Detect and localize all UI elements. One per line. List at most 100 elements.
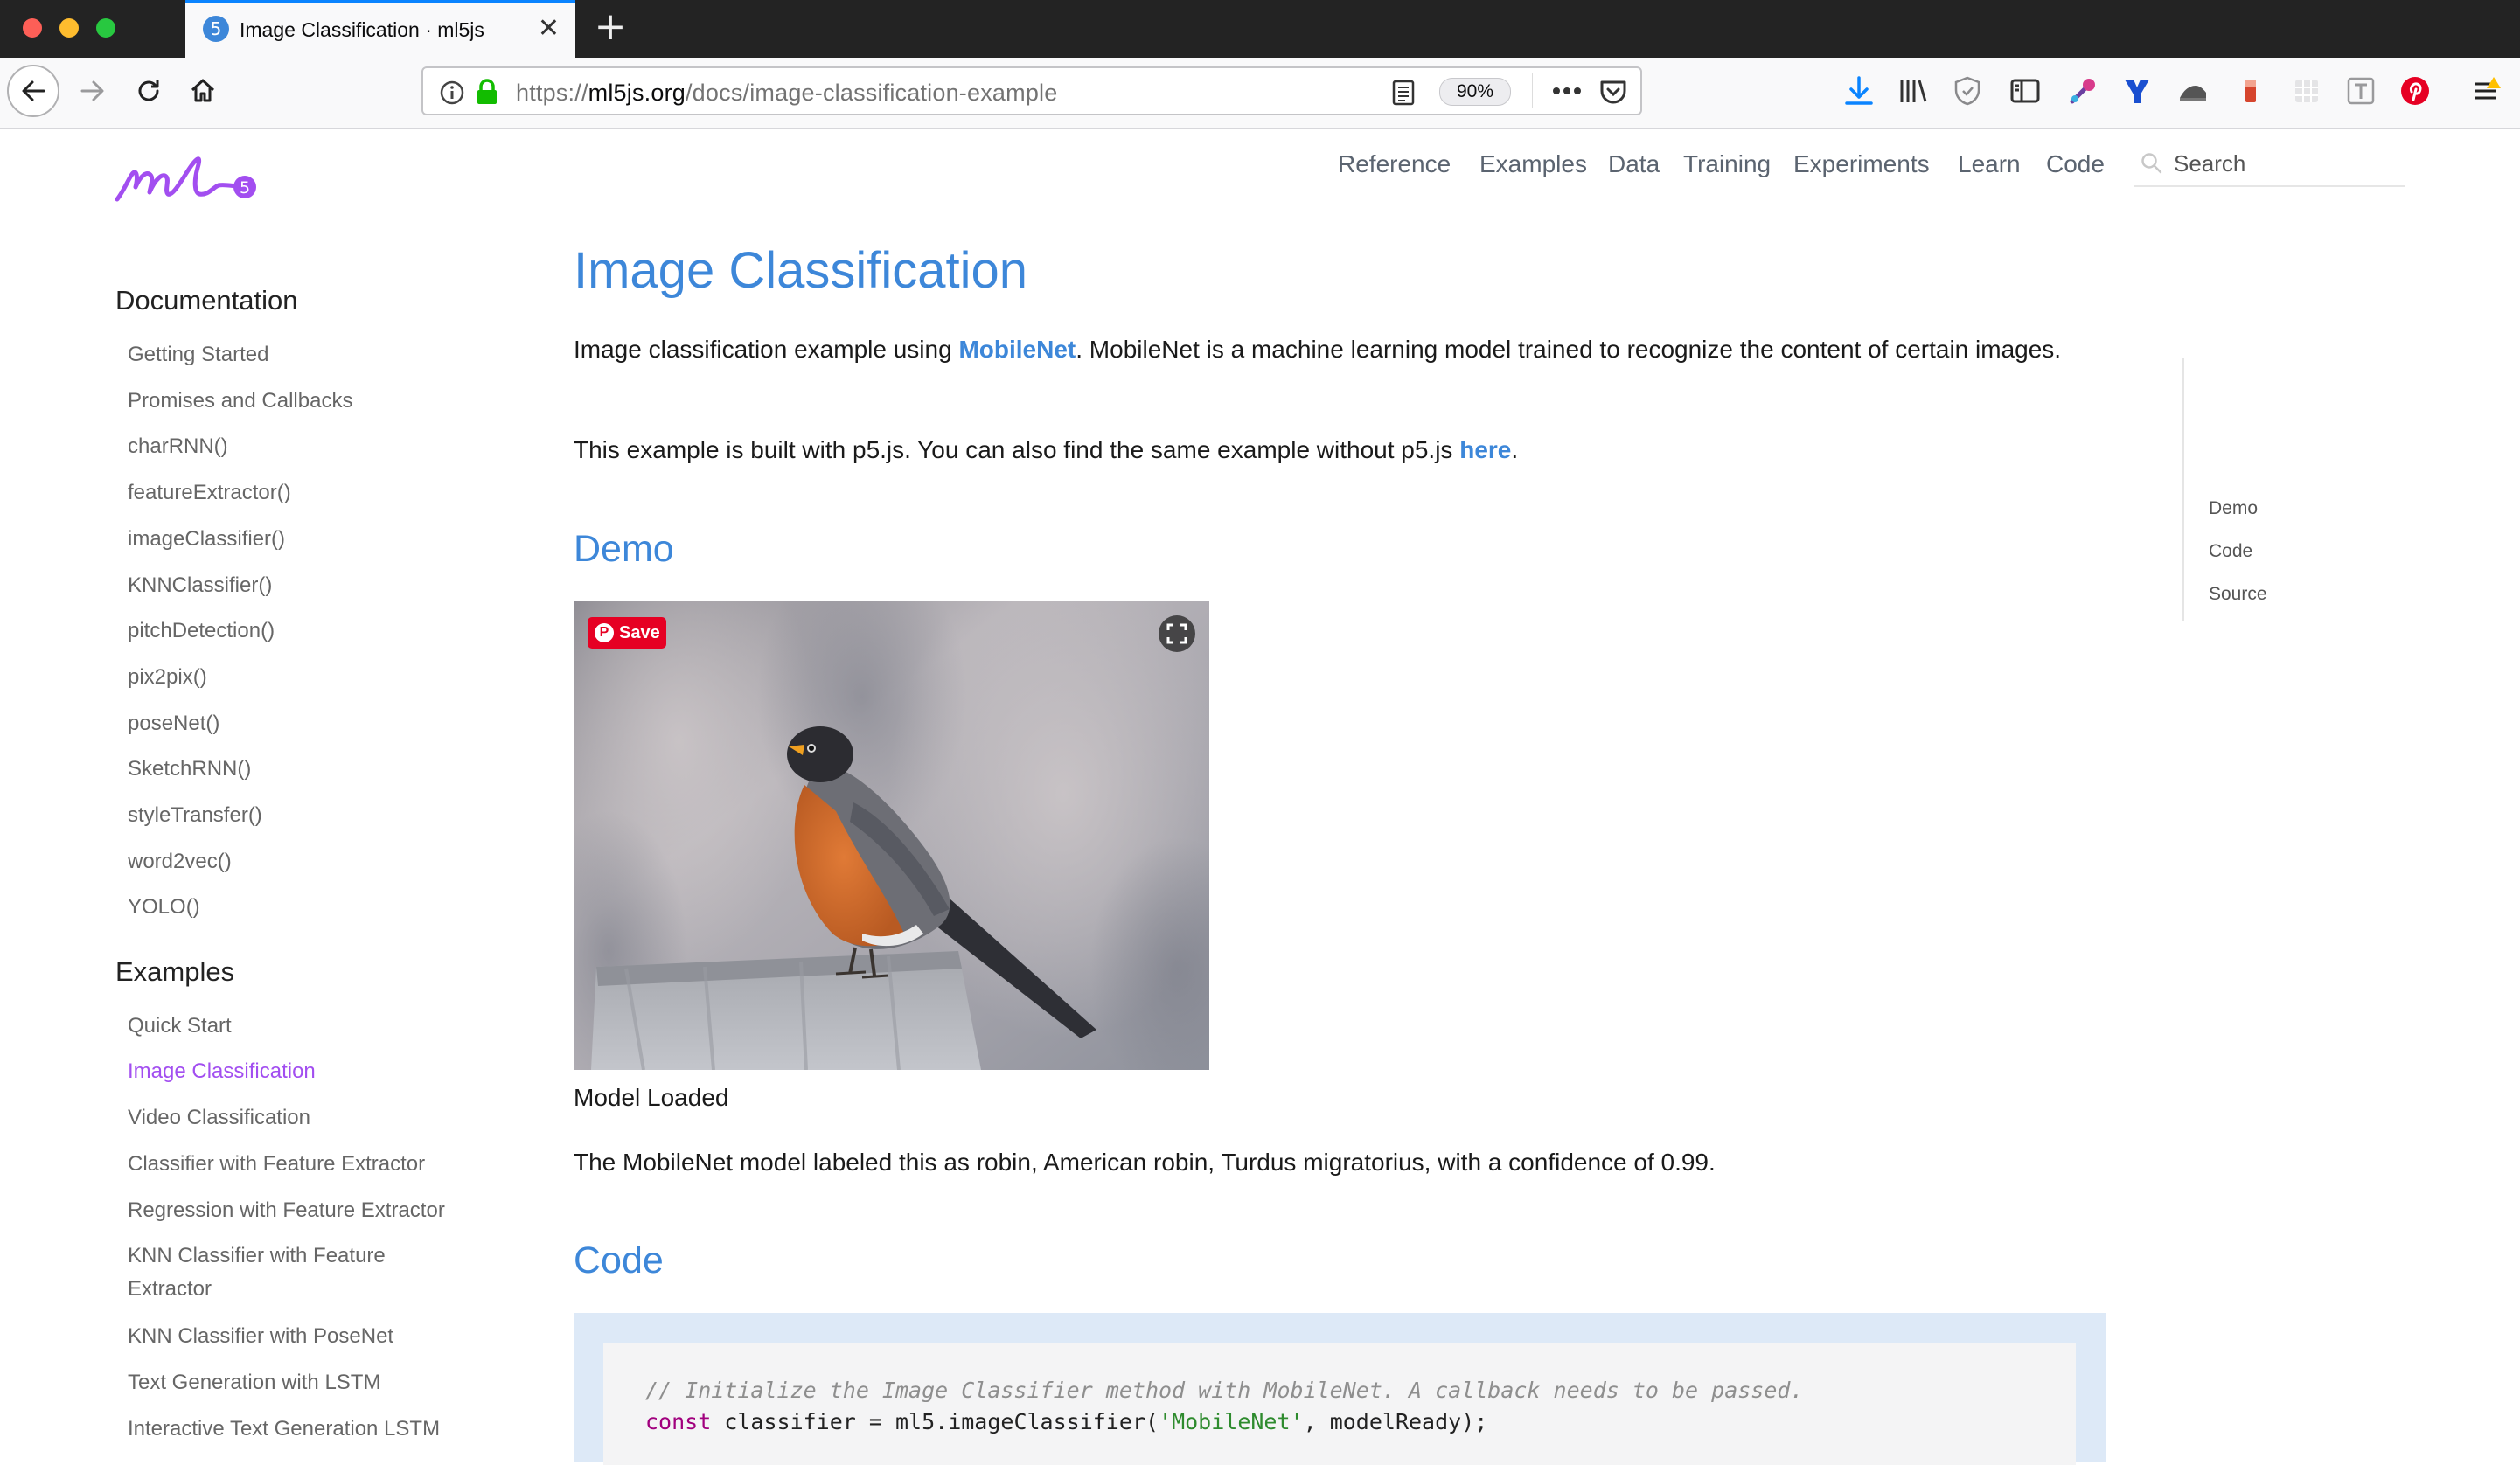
minimize-window-button[interactable] [59,18,79,38]
close-tab-icon[interactable]: ✕ [538,14,560,44]
nav-examples[interactable]: Examples [1479,150,1587,178]
code-comment: // Initialize the Image Classifier metho… [645,1378,1804,1403]
web-page: 5 Reference Examples Data Training Exper… [0,129,2520,1465]
nav-reference[interactable]: Reference [1338,150,1451,178]
fullscreen-icon [1166,623,1187,644]
nav-code[interactable]: Code [2046,150,2105,178]
sidebar-example-image-classification[interactable]: Image Classification [128,1054,316,1089]
navigation-toolbar: https://ml5js.org/docs/image-classificat… [0,58,2520,129]
grid-extension-icon[interactable] [2291,75,2322,107]
bookmark-extension-icon[interactable] [2235,75,2266,107]
tab-bar: 5 Image Classification · ml5js ✕ + [0,0,2520,58]
reload-button[interactable] [122,65,175,117]
sidebar-example-text-generation-with-lstm[interactable]: Text Generation with LSTM [128,1365,380,1400]
lock-icon[interactable] [474,78,500,106]
nav-data[interactable]: Data [1608,150,1660,178]
y-extension-icon[interactable] [2121,75,2153,107]
sidebar-item-promises-and-callbacks[interactable]: Promises and Callbacks [128,384,352,419]
search-placeholder: Search [2174,150,2246,177]
nav-training[interactable]: Training [1683,150,1771,178]
mobilenet-link[interactable]: MobileNet [958,336,1076,363]
arrow-left-icon [22,80,45,101]
code-string: 'MobileNet' [1159,1409,1304,1434]
library-icon[interactable] [1897,75,1929,107]
code-call: classifier = ml5.imageClassifier( [711,1409,1159,1434]
ml5-favicon-icon: 5 [203,16,229,42]
reload-icon [138,80,159,101]
sidebar-heading-documentation: Documentation [115,285,298,316]
typography-extension-icon[interactable] [2345,75,2377,107]
sidebar-example-extractor[interactable]: Extractor [128,1272,212,1307]
url-text[interactable]: https://ml5js.org/docs/image-classificat… [516,80,1057,107]
new-tab-button[interactable]: + [593,5,628,49]
nav-experiments[interactable]: Experiments [1793,150,1930,178]
sidebar-item-featureextractor[interactable]: featureExtractor() [128,476,291,510]
intro-paragraph: Image classification example using Mobil… [574,330,2078,368]
code-keyword: const [645,1409,712,1434]
reader-view-icon[interactable] [1390,79,1417,107]
eyedropper-extension-icon[interactable] [2067,75,2099,107]
sidebar-item-pix2pix[interactable]: pix2pix() [128,660,207,695]
shoe-extension-icon[interactable] [2177,75,2209,107]
p5-text: This example is built with p5.js. You ca… [574,436,1460,463]
classification-result: The MobileNet model labeled this as robi… [574,1149,1716,1176]
sidebar-item-yolo[interactable]: YOLO() [128,890,200,925]
downloads-icon[interactable] [1843,75,1875,107]
tab-title: Image Classification · ml5js [240,18,484,41]
address-bar[interactable]: https://ml5js.org/docs/image-classificat… [421,66,1642,115]
back-button[interactable] [7,65,59,117]
here-link[interactable]: here [1459,436,1511,463]
sidebar-example-interactive-text-generation-lstm[interactable]: Interactive Text Generation LSTM [128,1412,440,1447]
sidebar-example-quick-start[interactable]: Quick Start [128,1009,232,1044]
pinterest-save-button[interactable]: P Save [588,617,666,649]
sidebar-example-knn-classifier-with-posenet[interactable]: KNN Classifier with PoseNet [128,1319,393,1354]
sidebar-item-charrnn[interactable]: charRNN() [128,429,228,464]
sidebar-item-pitchdetection[interactable]: pitchDetection() [128,614,275,649]
url-separator [1532,73,1533,108]
robin-image: P Save [574,601,1209,1070]
p5-period: . [1511,436,1519,463]
code-end: , modelReady); [1303,1409,1488,1434]
forward-button[interactable] [66,65,119,117]
tab-image-classification[interactable]: 5 Image Classification · ml5js ✕ [185,0,575,58]
toc-demo[interactable]: Demo [2209,498,2258,519]
sidebar-item-sketchrnn[interactable]: SketchRNN() [128,752,251,787]
page-actions-icon[interactable] [1551,86,1583,96]
url-domain: ml5js.org [588,80,686,106]
code-statement: const classifier = ml5.imageClassifier('… [645,1409,1487,1434]
home-button[interactable] [177,65,229,117]
pocket-icon[interactable] [1598,77,1628,107]
sidebar-item-styletransfer[interactable]: styleTransfer() [128,798,262,833]
url-scheme: https:// [516,80,588,106]
sidebar-example-classifier-with-feature-extractor[interactable]: Classifier with Feature Extractor [128,1147,425,1182]
svg-text:5: 5 [240,178,250,198]
info-icon[interactable] [439,80,465,106]
sidebar-item-imageclassifier[interactable]: imageClassifier() [128,522,285,557]
sidebar-example-regression-with-feature-extractor[interactable]: Regression with Feature Extractor [128,1193,445,1228]
p5-paragraph: This example is built with p5.js. You ca… [574,431,2078,469]
sidebar-toggle-icon[interactable] [2009,75,2041,107]
code-area[interactable]: // Initialize the Image Classifier metho… [603,1343,2076,1465]
intro-text-rest: . MobileNet is a machine learning model … [1076,336,2062,363]
toc-source[interactable]: Source [2209,584,2267,605]
search-input[interactable]: Search [2134,138,2405,187]
shield-icon[interactable] [1952,75,1983,107]
sidebar-example-video-classification[interactable]: Video Classification [128,1100,310,1135]
nav-learn[interactable]: Learn [1958,150,2021,178]
zoom-level-badge[interactable]: 90% [1439,78,1511,106]
sidebar-example-knn-classifier-with-feature[interactable]: KNN Classifier with Feature [128,1239,386,1274]
sidebar-item-word2vec[interactable]: word2vec() [128,844,232,879]
arrow-right-icon [80,80,104,101]
hamburger-menu-icon[interactable] [2471,75,2503,107]
sidebar-item-getting-started[interactable]: Getting Started [128,337,268,372]
expand-icon[interactable] [1159,615,1195,652]
search-icon [2141,153,2162,174]
toc-code[interactable]: Code [2209,541,2252,562]
close-window-button[interactable] [23,18,42,38]
zoom-window-button[interactable] [96,18,115,38]
ml5-logo[interactable]: 5 [112,138,269,208]
sidebar-item-knnclassifier[interactable]: KNNClassifier() [128,568,272,603]
pinterest-icon[interactable] [2399,75,2431,107]
sidebar-item-posenet[interactable]: poseNet() [128,706,219,741]
pinterest-icon: P [595,623,614,642]
